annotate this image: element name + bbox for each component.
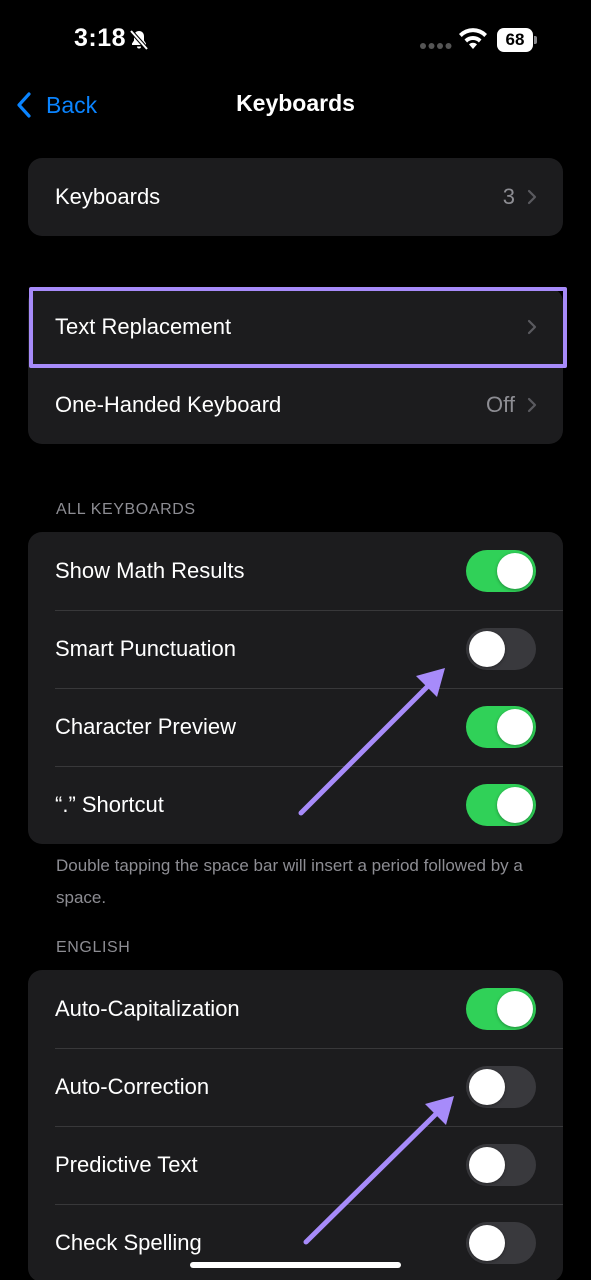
home-indicator bbox=[190, 1262, 401, 1268]
auto-capitalization-toggle[interactable] bbox=[466, 988, 536, 1030]
keyboards-label: Keyboards bbox=[55, 184, 161, 209]
show-math-results-label: Show Math Results bbox=[55, 558, 245, 583]
auto-correction-label: Auto-Correction bbox=[55, 1074, 210, 1099]
period-shortcut-footnote: Double tapping the space bar will insert… bbox=[56, 856, 523, 907]
smart-punctuation-label: Smart Punctuation bbox=[55, 636, 236, 661]
toggle-row: “.” Shortcut bbox=[28, 766, 563, 844]
battery-icon: 68 bbox=[497, 28, 537, 52]
chevron-right-icon bbox=[527, 319, 537, 335]
chevron-right-icon bbox=[527, 397, 537, 413]
battery-tip bbox=[534, 36, 537, 44]
toggle-row: Smart Punctuation bbox=[28, 610, 563, 688]
status-time: 3:18 bbox=[74, 24, 127, 52]
toggle-row: Predictive Text bbox=[28, 1126, 563, 1204]
section-header-english: ENGLISH bbox=[56, 939, 131, 956]
keyboards-count: 3 bbox=[502, 184, 515, 209]
status-bar: 3:18 68 bbox=[0, 0, 591, 80]
wifi-icon bbox=[459, 28, 487, 49]
text-replacement-row[interactable]: Text Replacement bbox=[28, 288, 563, 366]
toggle-knob bbox=[497, 991, 533, 1027]
toggle-row: Auto-Correction bbox=[28, 1048, 563, 1126]
chevron-right-icon bbox=[527, 189, 537, 205]
predictive-text-label: Predictive Text bbox=[55, 1152, 198, 1177]
predictive-text-toggle[interactable] bbox=[466, 1144, 536, 1186]
english-group: Auto-Capitalization Auto-Correction Pred… bbox=[28, 970, 563, 1280]
text-replacement-label: Text Replacement bbox=[55, 314, 232, 339]
auto-correction-toggle[interactable] bbox=[466, 1066, 536, 1108]
auto-capitalization-label: Auto-Capitalization bbox=[55, 996, 240, 1021]
toggle-knob bbox=[469, 631, 505, 667]
period-shortcut-label: “.” Shortcut bbox=[55, 792, 164, 817]
character-preview-label: Character Preview bbox=[55, 714, 236, 739]
toggle-knob bbox=[469, 1069, 505, 1105]
period-shortcut-toggle[interactable] bbox=[466, 784, 536, 826]
toggle-row: Auto-Capitalization bbox=[28, 970, 563, 1048]
all-keyboards-group: Show Math Results Smart Punctuation Char… bbox=[28, 532, 563, 844]
toggle-knob bbox=[469, 1225, 505, 1261]
nav-bar: Back Keyboards bbox=[0, 80, 591, 130]
check-spelling-label: Check Spelling bbox=[55, 1230, 202, 1255]
bell-slash-icon bbox=[129, 29, 149, 51]
toggle-row: Character Preview bbox=[28, 688, 563, 766]
toggle-knob bbox=[497, 553, 533, 589]
page-title: Keyboards bbox=[236, 90, 355, 116]
keyboards-group: Keyboards 3 bbox=[28, 158, 563, 236]
show-math-results-toggle[interactable] bbox=[466, 550, 536, 592]
toggle-knob bbox=[497, 787, 533, 823]
one-handed-keyboard-row[interactable]: One-Handed Keyboard Off bbox=[28, 366, 563, 444]
smart-punctuation-toggle[interactable] bbox=[466, 628, 536, 670]
battery-level: 68 bbox=[497, 28, 533, 52]
character-preview-toggle[interactable] bbox=[466, 706, 536, 748]
one-handed-label: One-Handed Keyboard bbox=[55, 392, 282, 417]
one-handed-value: Off bbox=[486, 392, 515, 417]
section-header-all-keyboards: ALL KEYBOARDS bbox=[56, 501, 196, 518]
toggle-knob bbox=[497, 709, 533, 745]
toggle-knob bbox=[469, 1147, 505, 1183]
keyboards-row[interactable]: Keyboards 3 bbox=[28, 158, 563, 236]
toggle-row: Show Math Results bbox=[28, 532, 563, 610]
text-options-group: Text Replacement One-Handed Keyboard Off bbox=[28, 288, 563, 444]
signal-dots-icon bbox=[420, 43, 452, 49]
check-spelling-toggle[interactable] bbox=[466, 1222, 536, 1264]
toggle-row: Check Spelling bbox=[28, 1204, 563, 1280]
